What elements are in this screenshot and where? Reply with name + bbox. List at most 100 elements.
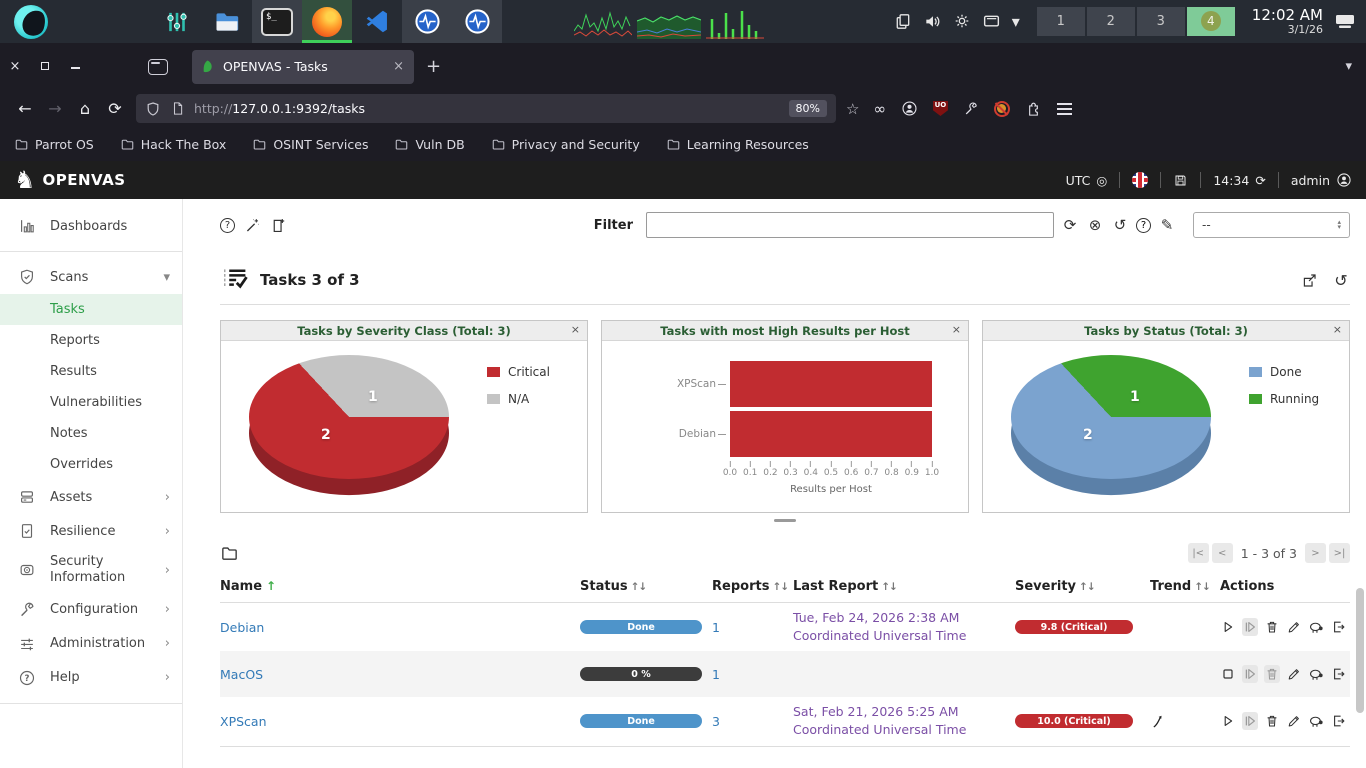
last-report-link[interactable]: Tue, Feb 24, 2026 2:38 AM Coordinated Un… [793,610,966,643]
task-wizard-wand-icon[interactable] [244,217,261,234]
col-status[interactable]: Status↑↓ [580,571,712,603]
app-monitor1-icon[interactable] [402,0,452,43]
manual-icon[interactable] [1173,173,1188,188]
bookmark-folder-vuln-db[interactable]: Vuln DB [394,137,464,152]
export-task-icon[interactable] [1331,665,1347,683]
app-settings-icon[interactable] [152,0,202,43]
firefox-view-icon[interactable] [148,59,168,75]
url-text[interactable]: http://127.0.0.1:9392/tasks [194,101,789,116]
new-tab-icon[interactable]: + [426,56,441,77]
language-flag-icon[interactable] [1132,172,1148,188]
col-severity[interactable]: Severity↑↓ [1015,571,1150,603]
sidebar-item-assets[interactable]: Assets› [0,480,182,514]
task-name-link[interactable]: Debian [220,620,264,635]
resume-task-icon[interactable] [1242,665,1258,683]
delete-task-icon[interactable] [1264,618,1280,636]
task-name-link[interactable]: MacOS [220,667,263,682]
url-bar[interactable]: http://127.0.0.1:9392/tasks 80% [136,94,836,123]
clone-task-icon[interactable] [1308,712,1325,730]
openvas-logo[interactable]: ♞ OPENVAS [14,168,126,192]
zoom-level-badge[interactable]: 80% [789,100,827,117]
new-task-icon[interactable] [270,217,287,234]
reload-icon[interactable]: ⟳ [100,99,130,118]
card-close-icon[interactable]: × [571,323,580,336]
export-page-icon[interactable] [1301,272,1318,289]
tray-caret-icon[interactable]: ▾ [1012,12,1020,31]
sidebar-item-resilience[interactable]: Resilience› [0,514,182,548]
col-name[interactable]: Name↑ [220,571,580,603]
sort-icon[interactable]: ↑↓ [772,581,788,593]
sort-icon[interactable]: ↑↓ [1194,581,1210,593]
list-all-tabs-icon[interactable]: ▾ [1345,59,1352,74]
resume-task-icon[interactable] [1242,712,1258,730]
user-menu[interactable]: admin [1291,172,1352,188]
col-reports[interactable]: Reports↑↓ [712,571,793,603]
edit-task-icon[interactable] [1286,665,1302,683]
bookmark-folder-parrot-os[interactable]: Parrot OS [14,137,94,152]
stop-task-icon[interactable] [1220,665,1236,683]
reports-count-link[interactable]: 1 [712,667,720,682]
bookmark-folder-privacy-and-security[interactable]: Privacy and Security [491,137,640,152]
export-task-icon[interactable] [1331,618,1347,636]
workspace-4-active[interactable]: 4 [1187,7,1235,36]
bookmark-folder-learning-resources[interactable]: Learning Resources [666,137,809,152]
window-close-icon[interactable]: × [0,59,30,74]
card-close-icon[interactable]: × [952,323,961,336]
page-first-button[interactable]: |< [1188,543,1209,563]
privacy-mask-icon[interactable]: ∞ [873,100,886,118]
col-trend[interactable]: Trend↑↓ [1150,571,1220,603]
app-terminal-icon[interactable]: $_ [252,0,302,43]
delete-task-icon[interactable] [1264,665,1280,683]
workspace-2[interactable]: 2 [1087,7,1135,36]
sidebar-item-administration[interactable]: Administration› [0,627,182,661]
sort-icon[interactable]: ↑↓ [631,581,647,593]
filter-reset-icon[interactable]: ↺ [1111,216,1129,234]
sidebar-item-notes[interactable]: Notes [0,418,182,449]
sidebar-item-tasks[interactable]: Tasks [0,294,182,325]
ublock-origin-icon[interactable]: UO [933,101,948,116]
task-name-link[interactable]: XPScan [220,714,267,729]
sort-asc-icon[interactable]: ↑ [266,579,276,593]
back-icon[interactable]: ← [10,99,40,118]
extensions-puzzle-icon[interactable] [1025,100,1042,117]
col-last-report[interactable]: Last Report↑↓ [793,571,1015,603]
sidebar-item-dashboards[interactable]: Dashboards [0,209,182,243]
filter-edit-icon[interactable]: ✎ [1158,216,1176,234]
page-prev-button[interactable]: < [1212,543,1233,563]
edit-task-icon[interactable] [1286,712,1302,730]
bookmark-star-icon[interactable]: ☆ [846,100,859,118]
page-scrollbar-thumb[interactable] [1356,588,1364,713]
bookmark-folder-hack-the-box[interactable]: Hack The Box [120,137,227,152]
app-files-icon[interactable] [202,0,252,43]
clipboard-icon[interactable] [893,12,912,31]
show-desktop-icon[interactable] [1334,12,1356,30]
filter-input[interactable] [646,212,1054,238]
sidebar-item-vulnerabilities[interactable]: Vulnerabilities [0,387,182,418]
dashboard-resize-handle[interactable] [774,519,796,522]
delete-task-icon[interactable] [1264,712,1280,730]
help-icon[interactable]: ? [220,218,235,233]
page-permissions-icon[interactable] [170,101,185,116]
start-task-icon[interactable] [1220,618,1236,636]
menu-hamburger-icon[interactable] [1057,103,1072,115]
move-to-trash-folder-icon[interactable] [220,544,239,563]
workspace-1[interactable]: 1 [1037,7,1085,36]
tracking-shield-icon[interactable] [145,101,161,117]
sort-icon[interactable]: ↑↓ [1079,581,1095,593]
sidebar-item-overrides[interactable]: Overrides [0,449,182,480]
sidebar-item-security-information[interactable]: Security Information› [0,548,182,593]
sidebar-item-results[interactable]: Results [0,356,182,387]
page-last-button[interactable]: >| [1329,543,1350,563]
window-minimize-icon[interactable] [60,59,90,74]
reports-count-link[interactable]: 1 [712,620,720,635]
parrot-menu-icon[interactable] [14,5,48,39]
sidebar-item-reports[interactable]: Reports [0,325,182,356]
export-task-icon[interactable] [1331,712,1347,730]
devtools-wrench-icon[interactable] [963,101,979,117]
browser-tab[interactable]: OPENVAS - Tasks × [192,50,414,84]
sidebar-item-help[interactable]: Help› [0,661,182,695]
page-next-button[interactable]: > [1305,543,1326,563]
system-monitor-graphs[interactable] [574,5,764,39]
sidebar-item-configuration[interactable]: Configuration› [0,593,182,627]
last-report-link[interactable]: Sat, Feb 21, 2026 5:25 AM Coordinated Un… [793,704,966,737]
